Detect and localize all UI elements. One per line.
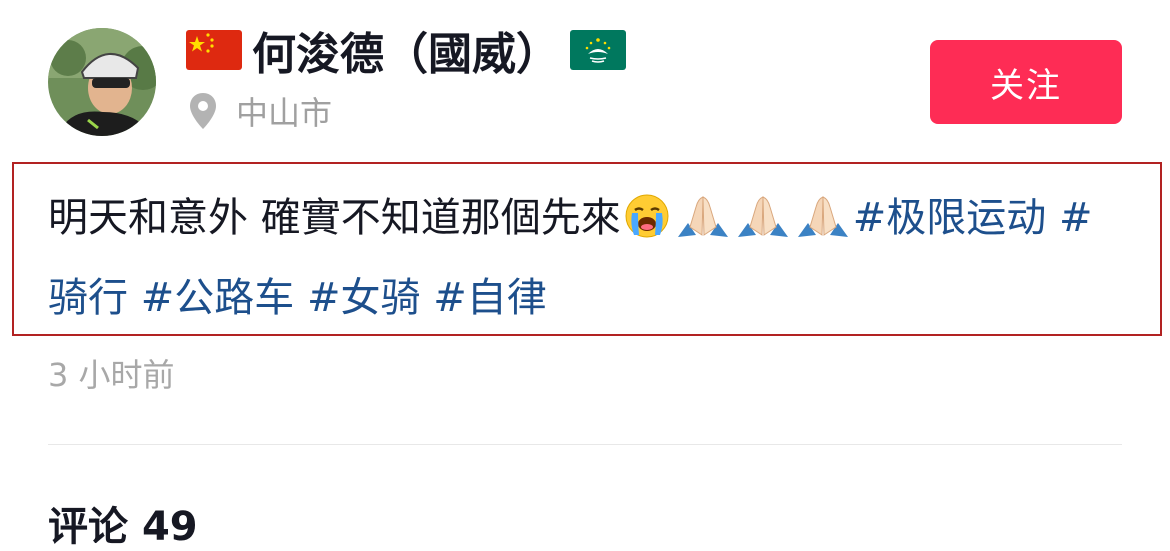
cyclist-avatar-icon xyxy=(48,28,156,136)
author-avatar[interactable] xyxy=(48,28,156,136)
china-flag-icon xyxy=(186,30,242,70)
location-label: 中山市 xyxy=(236,94,333,132)
comments-heading: 评论 49 xyxy=(48,494,198,551)
follow-button[interactable]: 关注 xyxy=(930,40,1122,124)
author-name[interactable]: 何浚德（國威） xyxy=(252,18,560,82)
comments-count: 49 xyxy=(141,504,198,550)
post-timestamp: 3 小时前 xyxy=(48,356,175,394)
hashtag-link[interactable]: #公路车 xyxy=(141,275,295,321)
author-name-row: 何浚德（國威） xyxy=(186,20,626,80)
post-detail-page: 何浚德（國威） 中山市 关注 明天和意外 確實不知道那個先來 #极限运动 #骑行… xyxy=(0,0,1170,551)
hashtag-link[interactable]: #女骑 xyxy=(307,275,421,321)
location-pin-icon xyxy=(190,93,216,129)
hashtag-link[interactable]: #极限运动 xyxy=(853,195,1047,241)
post-caption: 明天和意外 確實不知道那個先來 #极限运动 #骑行 #公路车 #女骑 #自律 xyxy=(48,182,1128,334)
macau-flag-icon xyxy=(570,30,626,70)
hashtag-link[interactable]: #自律 xyxy=(433,275,547,321)
folded-hands-emoji-icon xyxy=(676,190,730,262)
section-divider xyxy=(48,444,1122,445)
author-location: 中山市 xyxy=(188,88,332,134)
folded-hands-emoji-icon xyxy=(736,190,790,262)
caption-text: 明天和意外 確實不知道那個先來 xyxy=(48,195,621,241)
comments-label: 评论 xyxy=(48,504,128,550)
folded-hands-emoji-icon xyxy=(796,190,850,262)
crying-face-emoji-icon xyxy=(624,190,670,262)
